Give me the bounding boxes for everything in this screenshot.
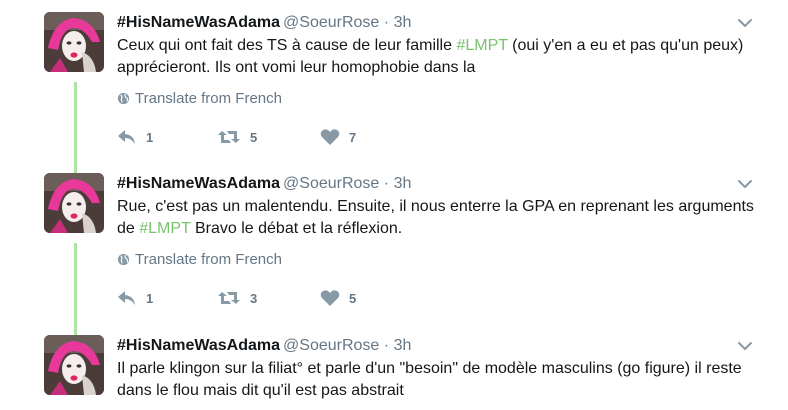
like-icon bbox=[320, 290, 340, 306]
retweet-button[interactable]: 5 bbox=[217, 128, 320, 146]
avatar[interactable] bbox=[44, 335, 104, 395]
display-name[interactable]: #HisNameWasAdama bbox=[117, 175, 280, 192]
tweet-text-part: Il parle klingon sur la filiat° et parle… bbox=[117, 360, 742, 399]
thread-connector-line bbox=[74, 82, 77, 174]
display-name[interactable]: #HisNameWasAdama bbox=[117, 337, 280, 354]
tweet-text: Ceux qui ont fait des TS à cause de leur… bbox=[117, 35, 757, 79]
avatar[interactable] bbox=[44, 12, 104, 72]
tweet-header: #HisNameWasAdama @SoeurRose · 3h bbox=[117, 12, 411, 34]
like-button[interactable]: 7 bbox=[320, 128, 356, 146]
separator-dot: · bbox=[383, 175, 390, 192]
globe-icon bbox=[117, 253, 130, 266]
like-icon bbox=[320, 129, 340, 145]
timestamp[interactable]: 3h bbox=[394, 14, 412, 31]
reply-icon bbox=[118, 130, 135, 144]
like-button[interactable]: 5 bbox=[320, 289, 356, 307]
chevron-down-icon[interactable] bbox=[736, 337, 754, 355]
retweet-button[interactable]: 3 bbox=[217, 289, 320, 307]
retweet-count: 3 bbox=[250, 290, 258, 306]
thread-connector-line bbox=[74, 243, 77, 337]
hashtag-link[interactable]: #LMPT bbox=[139, 220, 190, 237]
username[interactable]: @SoeurRose bbox=[283, 175, 379, 192]
chevron-down-icon[interactable] bbox=[736, 14, 754, 32]
reply-button[interactable]: 1 bbox=[117, 289, 217, 307]
globe-icon bbox=[117, 92, 130, 105]
tweet-text-part: Ceux qui ont fait des TS à cause de leur… bbox=[117, 37, 457, 54]
hashtag-link[interactable]: #LMPT bbox=[456, 37, 507, 54]
like-count: 5 bbox=[349, 290, 357, 306]
translate-link[interactable]: Translate from French bbox=[117, 251, 282, 268]
retweet-count: 5 bbox=[250, 129, 258, 145]
timestamp[interactable]: 3h bbox=[394, 175, 412, 192]
reply-count: 1 bbox=[146, 290, 154, 306]
tweet-text: Il parle klingon sur la filiat° et parle… bbox=[117, 358, 757, 402]
retweet-icon bbox=[218, 292, 240, 304]
translate-link[interactable]: Translate from French bbox=[117, 90, 282, 107]
display-name[interactable]: #HisNameWasAdama bbox=[117, 14, 280, 31]
reply-button[interactable]: 1 bbox=[117, 128, 217, 146]
avatar[interactable] bbox=[44, 173, 104, 233]
separator-dot: · bbox=[383, 337, 390, 354]
reply-count: 1 bbox=[146, 129, 154, 145]
retweet-icon bbox=[218, 131, 240, 143]
tweet-text-part: Bravo le débat et la réflexion. bbox=[190, 220, 403, 237]
timestamp[interactable]: 3h bbox=[394, 337, 412, 354]
username[interactable]: @SoeurRose bbox=[283, 14, 379, 31]
separator-dot: · bbox=[383, 14, 390, 31]
tweet-actions: 1 5 7 bbox=[117, 128, 356, 146]
tweet-header: #HisNameWasAdama @SoeurRose · 3h bbox=[117, 173, 411, 195]
tweet-header: #HisNameWasAdama @SoeurRose · 3h bbox=[117, 335, 411, 357]
username[interactable]: @SoeurRose bbox=[283, 337, 379, 354]
translate-label: Translate from French bbox=[135, 90, 282, 107]
chevron-down-icon[interactable] bbox=[736, 175, 754, 193]
reply-icon bbox=[118, 291, 135, 305]
like-count: 7 bbox=[349, 129, 357, 145]
tweet-actions: 1 3 5 bbox=[117, 289, 356, 307]
translate-label: Translate from French bbox=[135, 251, 282, 268]
tweet-text: Rue, c'est pas un malentendu. Ensuite, i… bbox=[117, 196, 757, 240]
